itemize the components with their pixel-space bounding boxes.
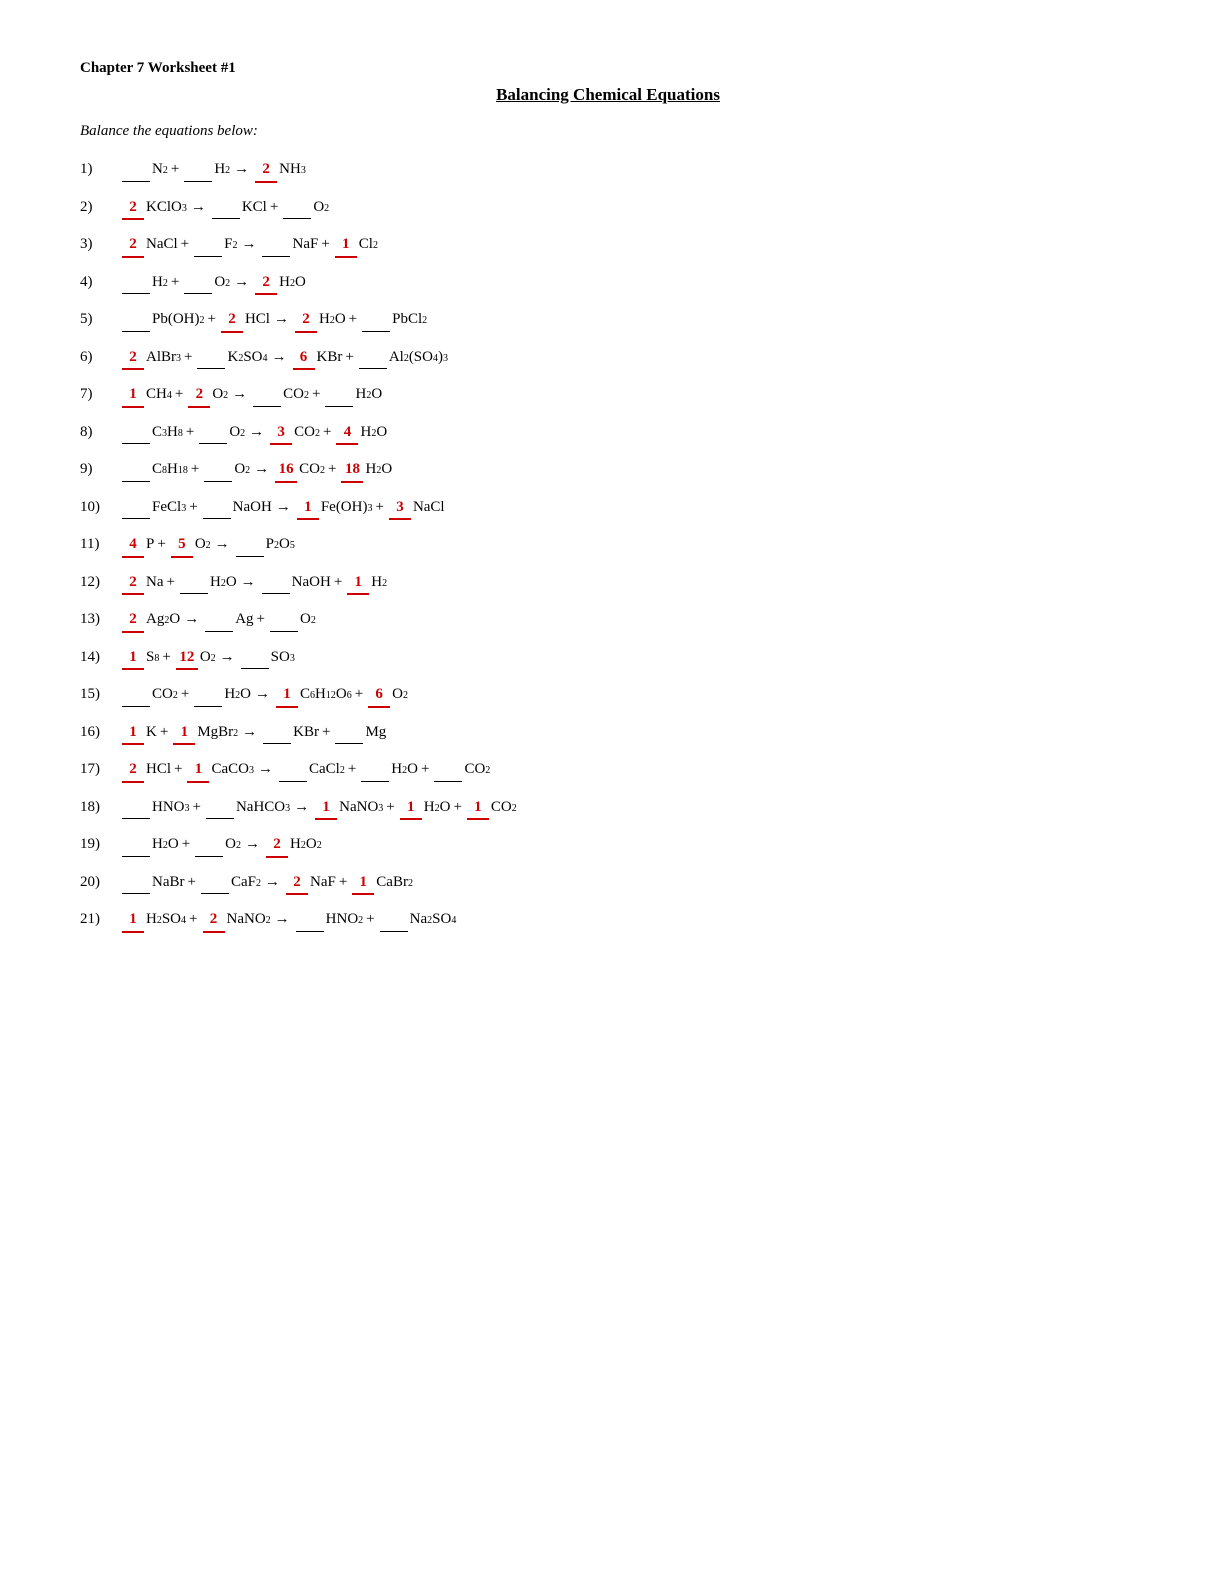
equation-4: 4) H2 + O2 → 2 H2O xyxy=(80,271,1136,296)
equation-19: 19) H2O + O2 → 2 H2O2 xyxy=(80,833,1136,858)
instruction: Balance the equations below: xyxy=(80,123,1136,140)
equation-13: 13) 2 Ag2O → Ag + O2 xyxy=(80,608,1136,633)
equation-15: 15) CO2 + H2O → 1 C6H12O6 + 6 O2 xyxy=(80,683,1136,708)
equation-5: 5) Pb(OH)2 + 2 HCl → 2 H2O + PbCl2 xyxy=(80,308,1136,333)
equation-14: 14) 1 S8 + 12 O2 → SO3 xyxy=(80,646,1136,671)
equation-9: 9) C8H18 + O2 → 16 CO2 + 18 H2O xyxy=(80,458,1136,483)
equation-7: 7) 1 CH4 + 2 O2 → CO2 + H2O xyxy=(80,383,1136,408)
equation-1: 1) N2 + H2 → 2 NH3 xyxy=(80,158,1136,183)
chapter-header: Chapter 7 Worksheet #1 xyxy=(80,60,1136,77)
equation-8: 8) C3H8 + O2 → 3 CO2 + 4 H2O xyxy=(80,421,1136,446)
equation-2: 2) 2 KClO3 → KCl + O2 xyxy=(80,196,1136,221)
equation-20: 20) NaBr + CaF2 → 2 NaF + 1 CaBr2 xyxy=(80,871,1136,896)
equation-6: 6) 2 AlBr3 + K2SO4 → 6 KBr + Al2(SO4)3 xyxy=(80,346,1136,371)
equation-18: 18) HNO3 + NaHCO3 → 1 NaNO3 + 1 H2O + 1 … xyxy=(80,796,1136,821)
equation-21: 21) 1 H2SO4 + 2 NaNO2 → HNO2 + Na2SO4 xyxy=(80,908,1136,933)
equation-16: 16) 1 K + 1 MgBr2 → KBr + Mg xyxy=(80,721,1136,746)
equation-17: 17) 2 HCl + 1 CaCO3 → CaCl2 + H2O + CO2 xyxy=(80,758,1136,783)
equation-12: 12) 2 Na + H2O → NaOH + 1 H2 xyxy=(80,571,1136,596)
equation-10: 10) FeCl3 + NaOH → 1 Fe(OH)3 + 3 NaCl xyxy=(80,496,1136,521)
page-title: Balancing Chemical Equations xyxy=(80,85,1136,105)
equations-list: 1) N2 + H2 → 2 NH3 2) 2 KClO3 → KCl + O2… xyxy=(80,158,1136,933)
equation-11: 11) 4 P + 5 O2 → P2O5 xyxy=(80,533,1136,558)
equation-3: 3) 2 NaCl + F2 → NaF + 1 Cl2 xyxy=(80,233,1136,258)
